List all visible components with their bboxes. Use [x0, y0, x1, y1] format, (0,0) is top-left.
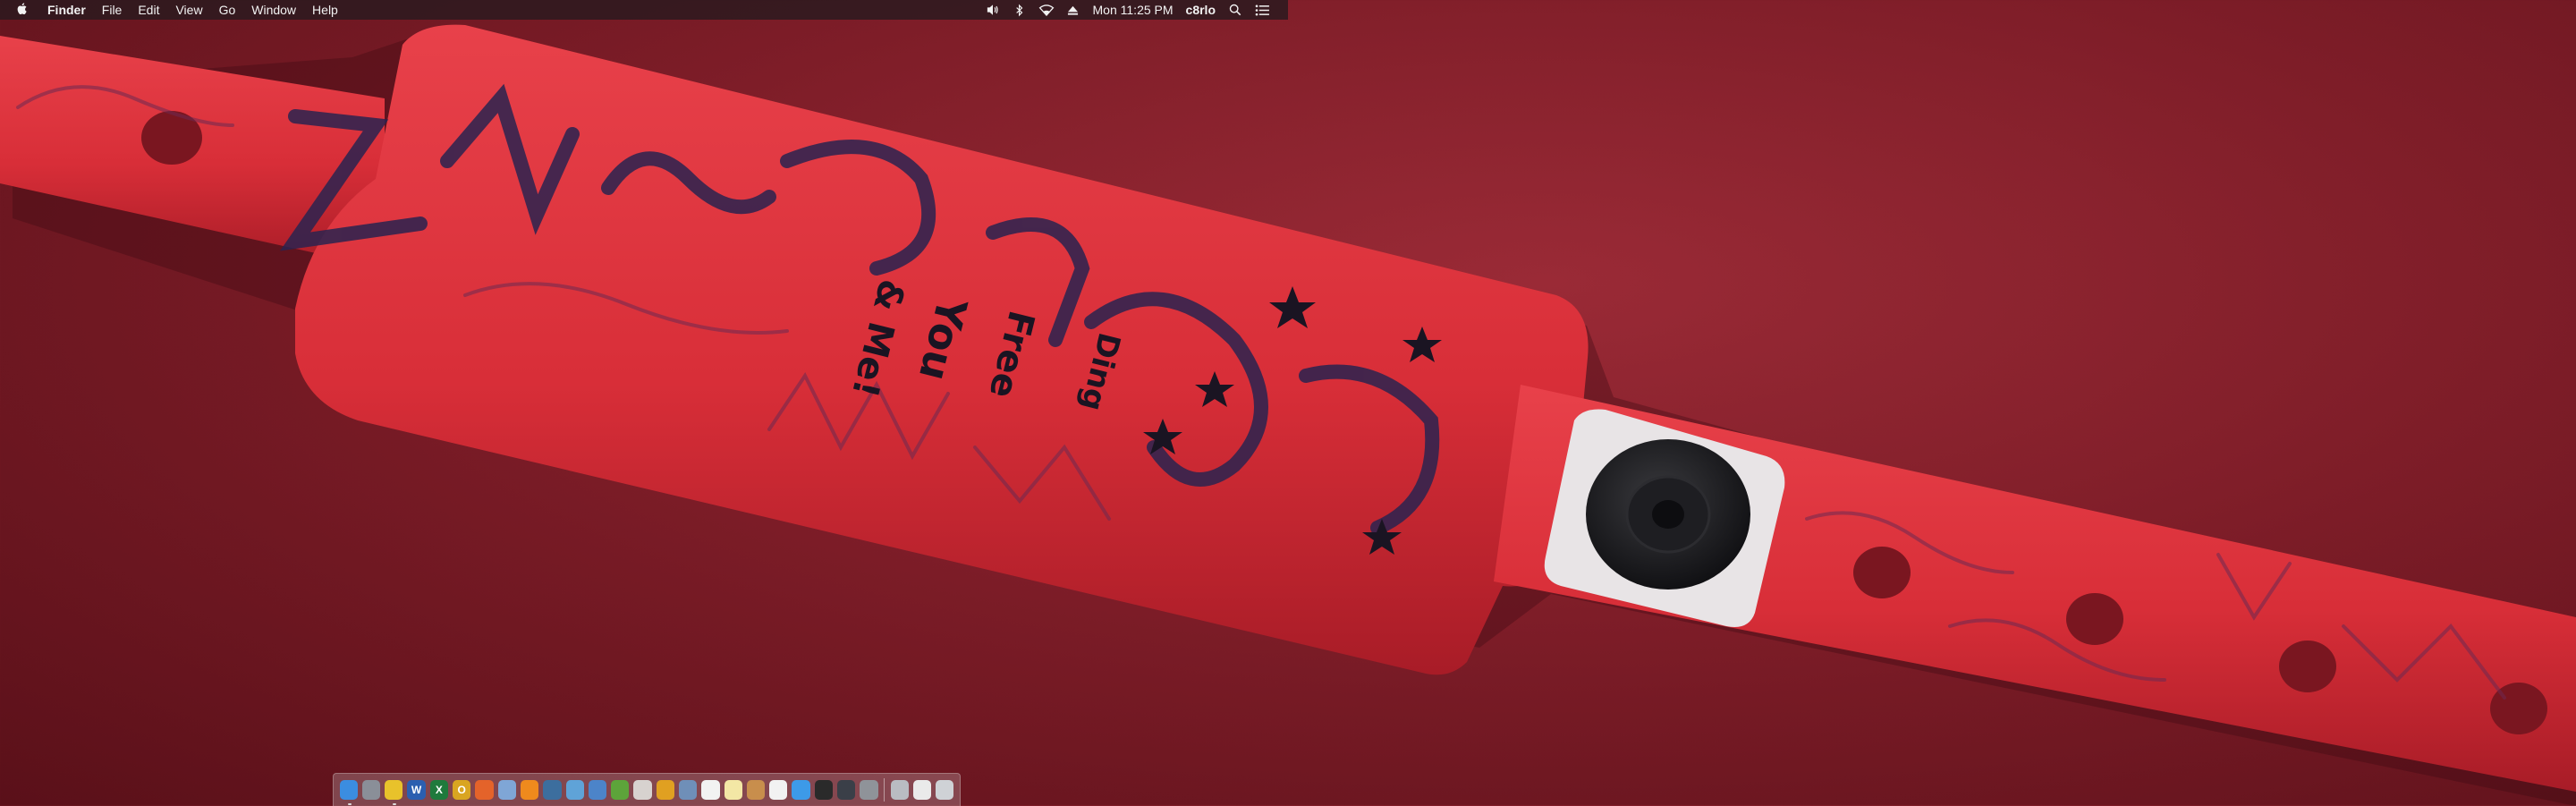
launchpad-icon[interactable] [361, 780, 381, 800]
menu-go[interactable]: Go [211, 0, 244, 20]
vlc-icon[interactable] [520, 780, 539, 800]
user-name[interactable]: c8rlo [1180, 3, 1222, 17]
menu-app-name[interactable]: Finder [39, 0, 94, 20]
itunes-icon[interactable] [633, 780, 652, 800]
notification-center-icon[interactable] [1254, 3, 1270, 17]
eject-icon[interactable] [1065, 3, 1081, 17]
wifi-icon[interactable] [1038, 3, 1055, 17]
bluetooth-icon[interactable] [1012, 3, 1028, 17]
finder-icon[interactable] [339, 780, 358, 805]
band-clasp [1586, 439, 1750, 590]
menu-help[interactable]: Help [304, 0, 346, 20]
calendar-icon[interactable] [701, 780, 720, 800]
trash-icon[interactable] [936, 780, 954, 800]
xcode-icon[interactable] [588, 780, 607, 800]
safari-icon[interactable] [565, 780, 584, 800]
apple-menu-icon[interactable] [16, 2, 30, 18]
menu-window[interactable]: Window [243, 0, 304, 20]
preview-icon[interactable] [678, 780, 698, 800]
notes-icon[interactable] [724, 780, 742, 800]
menu-bar: Finder File Edit View Go Window Help Mon… [0, 0, 1288, 20]
music-icon[interactable] [769, 780, 788, 800]
clock[interactable]: Mon 11:25 PM [1087, 3, 1180, 17]
outlook-icon[interactable]: O [453, 780, 471, 800]
system-preferences-icon[interactable] [860, 780, 878, 800]
downloads-stack-icon[interactable] [890, 780, 909, 800]
excel-icon[interactable]: X [429, 780, 449, 800]
photo-app-icon[interactable] [656, 780, 674, 800]
folder-icon[interactable] [497, 780, 516, 800]
menu-edit[interactable]: Edit [130, 0, 167, 20]
mail-stack-icon[interactable] [912, 780, 932, 800]
steam-icon[interactable] [543, 780, 562, 800]
torrent-icon[interactable] [611, 780, 630, 800]
dock-separator [884, 778, 886, 802]
books-icon[interactable] [746, 780, 766, 800]
app-store-icon[interactable] [792, 780, 810, 800]
activity-monitor-icon[interactable] [837, 780, 856, 800]
spotlight-icon[interactable] [1227, 3, 1243, 17]
menu-file[interactable]: File [94, 0, 131, 20]
terminal-icon[interactable] [814, 780, 834, 800]
chrome-icon[interactable] [385, 780, 403, 805]
firefox-icon[interactable] [475, 780, 494, 800]
word-icon[interactable]: W [407, 780, 426, 800]
volume-icon[interactable] [985, 3, 1001, 17]
menu-view[interactable]: View [167, 0, 210, 20]
dock: WXO [333, 773, 961, 806]
desktop-wallpaper: You & Me! Free Ding [0, 24, 2576, 805]
